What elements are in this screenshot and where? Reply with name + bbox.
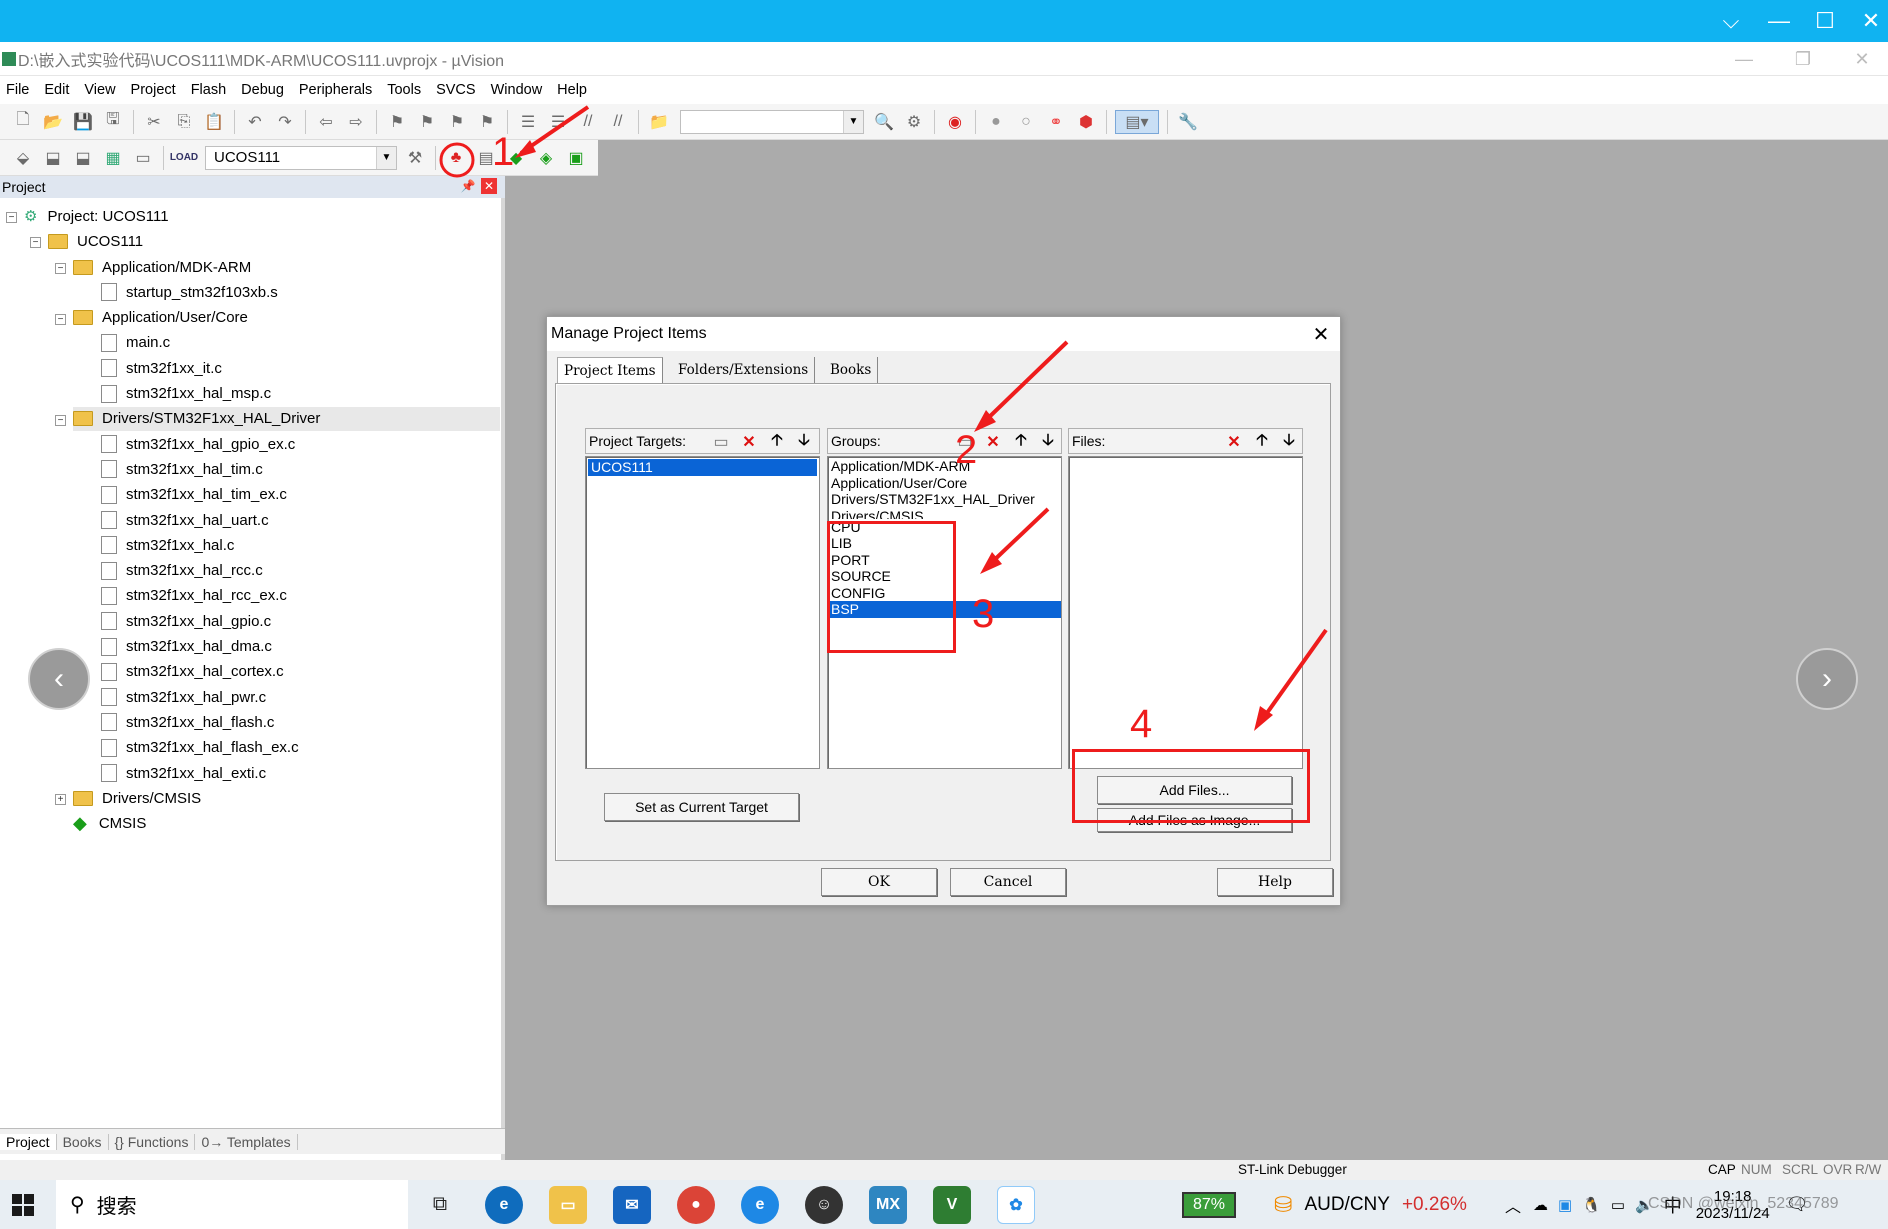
stock-icon: ⛁ <box>1274 1191 1293 1217</box>
ticker-pair: AUD/CNY <box>1304 1193 1390 1215</box>
tray-network-icon[interactable]: ▭ <box>1611 1196 1625 1214</box>
battery-indicator: 87% <box>1182 1191 1236 1218</box>
annotation-circle-1 <box>439 142 475 178</box>
status-ovr: OVR <box>1823 1162 1853 1177</box>
status-scrl: SCRL <box>1782 1162 1819 1177</box>
tray-qq-icon[interactable]: 🐧 <box>1582 1196 1601 1214</box>
status-rw: R/W <box>1855 1162 1882 1177</box>
annotation-arrow-3 <box>987 507 1050 567</box>
status-bar: ST-Link Debugger CAP NUM SCRL OVR R/W <box>0 1160 1888 1180</box>
status-cap: CAP <box>1708 1162 1736 1177</box>
ticker-change: +0.26% <box>1401 1193 1467 1215</box>
mail-icon[interactable]: ✉ <box>613 1185 651 1224</box>
annotation-box-groups <box>827 521 956 653</box>
tray-cloud-icon[interactable]: ☁ <box>1533 1196 1548 1214</box>
annotation-number-4: 4 <box>1130 702 1153 746</box>
watermark: CSDN @weixin_52345789 <box>1648 1195 1839 1212</box>
edge-icon[interactable]: e <box>485 1185 523 1224</box>
taskbar-search-box[interactable]: ⚲ 搜索 <box>56 1180 408 1229</box>
annotation-number-2: 2 <box>955 428 978 472</box>
app-network-icon[interactable]: ✿ <box>997 1185 1035 1224</box>
annotation-number-1: 1 <box>492 130 515 174</box>
annotation-box-add-files <box>1072 749 1310 823</box>
annotation-number-3: 3 <box>972 592 995 636</box>
stm32cubemx-icon[interactable]: MX <box>869 1185 907 1224</box>
taskbar: ⚲ 搜索 ⧉ e ▭ ✉ ● e ☺ MX V ✿ 87% ⛁ AUD/CNY … <box>0 1180 1888 1229</box>
annotation-arrow-4 <box>1260 628 1328 722</box>
keil-uvision-icon[interactable]: V <box>933 1185 971 1224</box>
status-num: NUM <box>1741 1162 1772 1177</box>
annotation-arrow-2 <box>981 340 1069 425</box>
tray-expand-icon[interactable]: ︿ <box>1505 1193 1521 1217</box>
task-view-icon[interactable]: ⧉ <box>421 1186 459 1224</box>
tray-app-icon[interactable]: ▣ <box>1558 1196 1572 1214</box>
windows-start-icon[interactable] <box>12 1193 34 1216</box>
app-avatar-icon[interactable]: ☺ <box>805 1185 843 1224</box>
edge-legacy-icon[interactable]: e <box>741 1185 779 1224</box>
status-debugger: ST-Link Debugger <box>1238 1162 1347 1177</box>
search-icon: ⚲ <box>70 1194 85 1216</box>
file-explorer-icon[interactable]: ▭ <box>549 1185 587 1224</box>
chrome-icon[interactable]: ● <box>677 1185 715 1224</box>
